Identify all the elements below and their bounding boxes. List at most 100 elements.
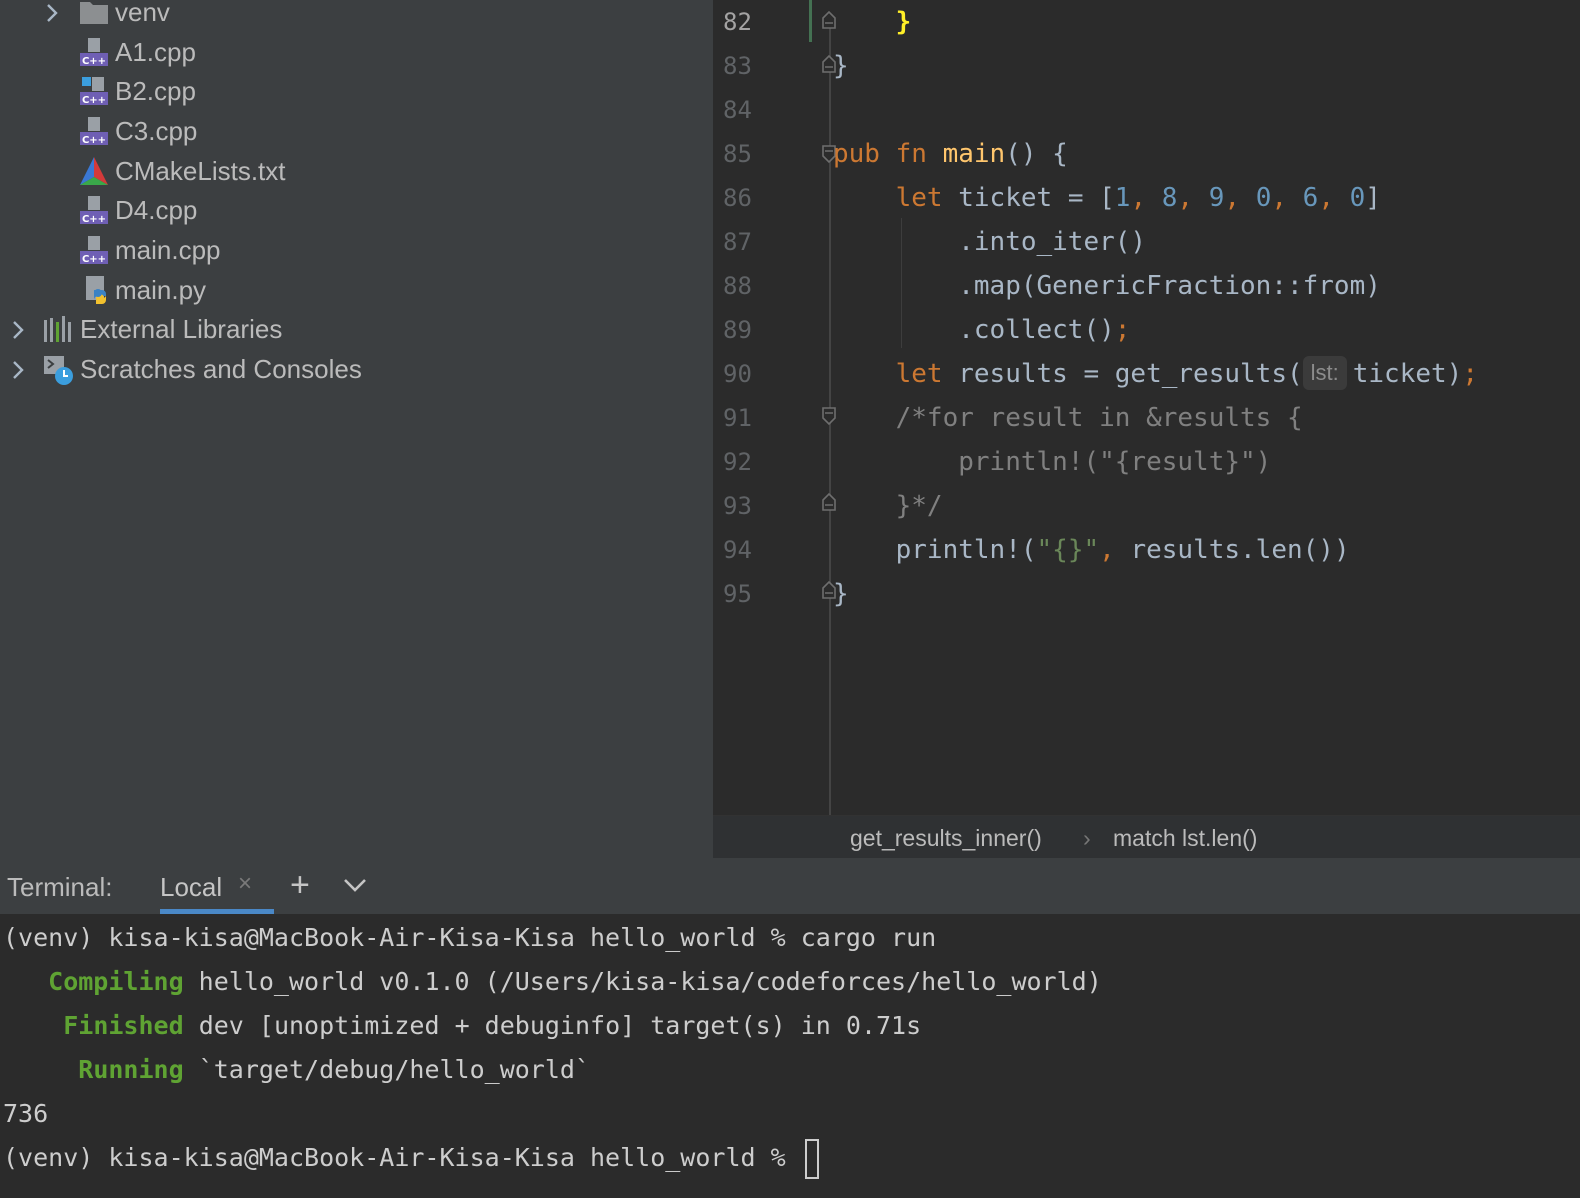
breadcrumb-item[interactable]: match lst.len() [1113,825,1257,852]
line-number: 88 [723,272,752,300]
tree-item-cmakelists[interactable]: CMakeLists.txt [0,152,713,192]
scratches-icon [44,356,73,385]
chevron-right-icon[interactable] [8,318,28,342]
tree-item-a1-cpp[interactable]: C++ A1.cpp [0,33,713,73]
terminal-line: 736 [3,1099,49,1128]
code-text: ticket = [ [942,183,1115,213]
code-text: () { [1005,139,1068,169]
tree-item-label: External Libraries [80,314,283,344]
code-keyword: fn [895,139,927,169]
code-line: .map(GenericFraction::from) [833,264,1381,308]
tree-item-label: C3.cpp [115,116,198,146]
tree-item-label: venv [115,0,170,27]
code-text: results.len()) [1114,535,1350,565]
tree-item-venv[interactable]: venv [0,0,713,33]
code-string: "{}" [1036,535,1100,565]
cpp-file-icon: C++ [80,196,108,225]
tree-item-label: D4.cpp [115,195,198,225]
libraries-icon [44,316,71,342]
add-icon[interactable]: + [290,866,320,906]
line-number: 95 [723,580,752,608]
code-editor[interactable]: 82 83 84 85 86 87 88 89 90 91 92 93 94 9… [713,0,1580,815]
code-line: let ticket = [1, 8, 9, 0, 6, 0] [833,176,1381,220]
code-punct: , [1271,183,1303,213]
folder-icon [80,2,108,24]
code-keyword: let [895,359,943,389]
project-tree-panel: venv C++ A1.cpp C++ B2.cpp C++ C3.cpp CM… [0,0,713,858]
code-comment: }*/ [895,491,943,521]
chevron-right-icon[interactable] [42,1,62,25]
change-marker [809,0,812,42]
cmake-icon [80,157,108,185]
terminal-cursor [804,1139,819,1179]
code-line: .into_iter() [833,220,1146,264]
terminal-title: Terminal: [7,872,113,902]
terminal-status-keyword: Running [78,1055,184,1084]
cpp-file-icon: C++ [80,38,108,67]
code-line: } [833,572,849,616]
code-comment: println!("{result}") [958,447,1272,477]
code-keyword: pub [833,139,880,169]
line-number: 84 [723,96,752,124]
tree-item-label: main.cpp [115,235,221,265]
tree-item-scratches[interactable]: Scratches and Consoles [0,350,713,390]
tree-item-main-py[interactable]: main.py [0,271,713,311]
cpp-file-icon: C++ [80,77,108,106]
line-number: 86 [723,184,752,212]
cpp-file-icon: C++ [80,117,108,146]
breadcrumb-item[interactable]: get_results_inner() [850,825,1042,852]
code-comment: /*for result in &results { [895,403,1303,433]
code-text: ] [1365,183,1381,213]
svg-text:C++: C++ [82,95,106,106]
line-number: 93 [723,492,752,520]
tree-item-d4-cpp[interactable]: C++ D4.cpp [0,191,713,231]
code-punct: ; [1462,359,1478,389]
chevron-right-icon[interactable] [8,358,28,382]
breadcrumb-separator: › [1083,825,1091,851]
line-number: 91 [723,404,752,432]
parameter-hint: lst: [1302,356,1347,390]
tab-local[interactable]: Local × [160,858,274,914]
terminal-line: Running `target/debug/hello_world` [3,1048,590,1092]
code-punct: , [1130,183,1162,213]
code-text: results = get_results( [942,359,1303,389]
close-icon[interactable]: × [238,870,252,898]
terminal-status-keyword: Compiling [48,967,184,996]
tree-item-label: Scratches and Consoles [80,354,362,384]
code-brace: } [833,51,849,81]
line-number: 87 [723,228,752,256]
chevron-down-icon[interactable] [340,870,370,900]
tab-label: Local [160,872,223,902]
tree-item-label: main.py [115,275,207,305]
code-line: }*/ [833,484,943,528]
tree-item-external-libraries[interactable]: External Libraries [0,310,713,350]
tree-item-label: A1.cpp [115,37,196,67]
line-number: 92 [723,448,752,476]
code-punct: , [1224,183,1256,213]
terminal-line: Compiling hello_world v0.1.0 (/Users/kis… [3,960,1102,1004]
code-keyword: let [895,183,943,213]
line-number: 94 [723,536,752,564]
code-line: .collect(); [833,308,1130,352]
line-number: 85 [723,140,752,168]
terminal-tab-bar: Terminal: Local × + [0,858,1580,914]
terminal-text: dev [unoptimized + debuginfo] target(s) … [183,1011,922,1040]
tree-item-b2-cpp[interactable]: C++ B2.cpp [0,72,713,112]
svg-text:C++: C++ [82,56,106,67]
cpp-file-icon: C++ [80,236,108,265]
code-function-name: main [942,139,1006,169]
code-line: pub fn main() { [833,132,1068,176]
code-number: 0 [1349,183,1366,213]
svg-text:C++: C++ [82,214,106,225]
code-number: 9 [1208,183,1225,213]
breadcrumb: get_results_inner() › match lst.len() [713,815,1580,859]
code-punct: , [1318,183,1350,213]
tree-item-c3-cpp[interactable]: C++ C3.cpp [0,112,713,152]
code-line: println!("{}", results.len()) [833,528,1350,572]
terminal-output[interactable]: (venv) kisa-kisa@MacBook-Air-Kisa-Kisa h… [0,914,1580,1198]
code-punct: , [1177,183,1209,213]
tree-item-main-cpp[interactable]: C++ main.cpp [0,231,713,271]
code-line: } [833,44,849,88]
python-file-icon [86,276,106,304]
code-line: let results = get_results(lst: ticket); [833,352,1478,396]
